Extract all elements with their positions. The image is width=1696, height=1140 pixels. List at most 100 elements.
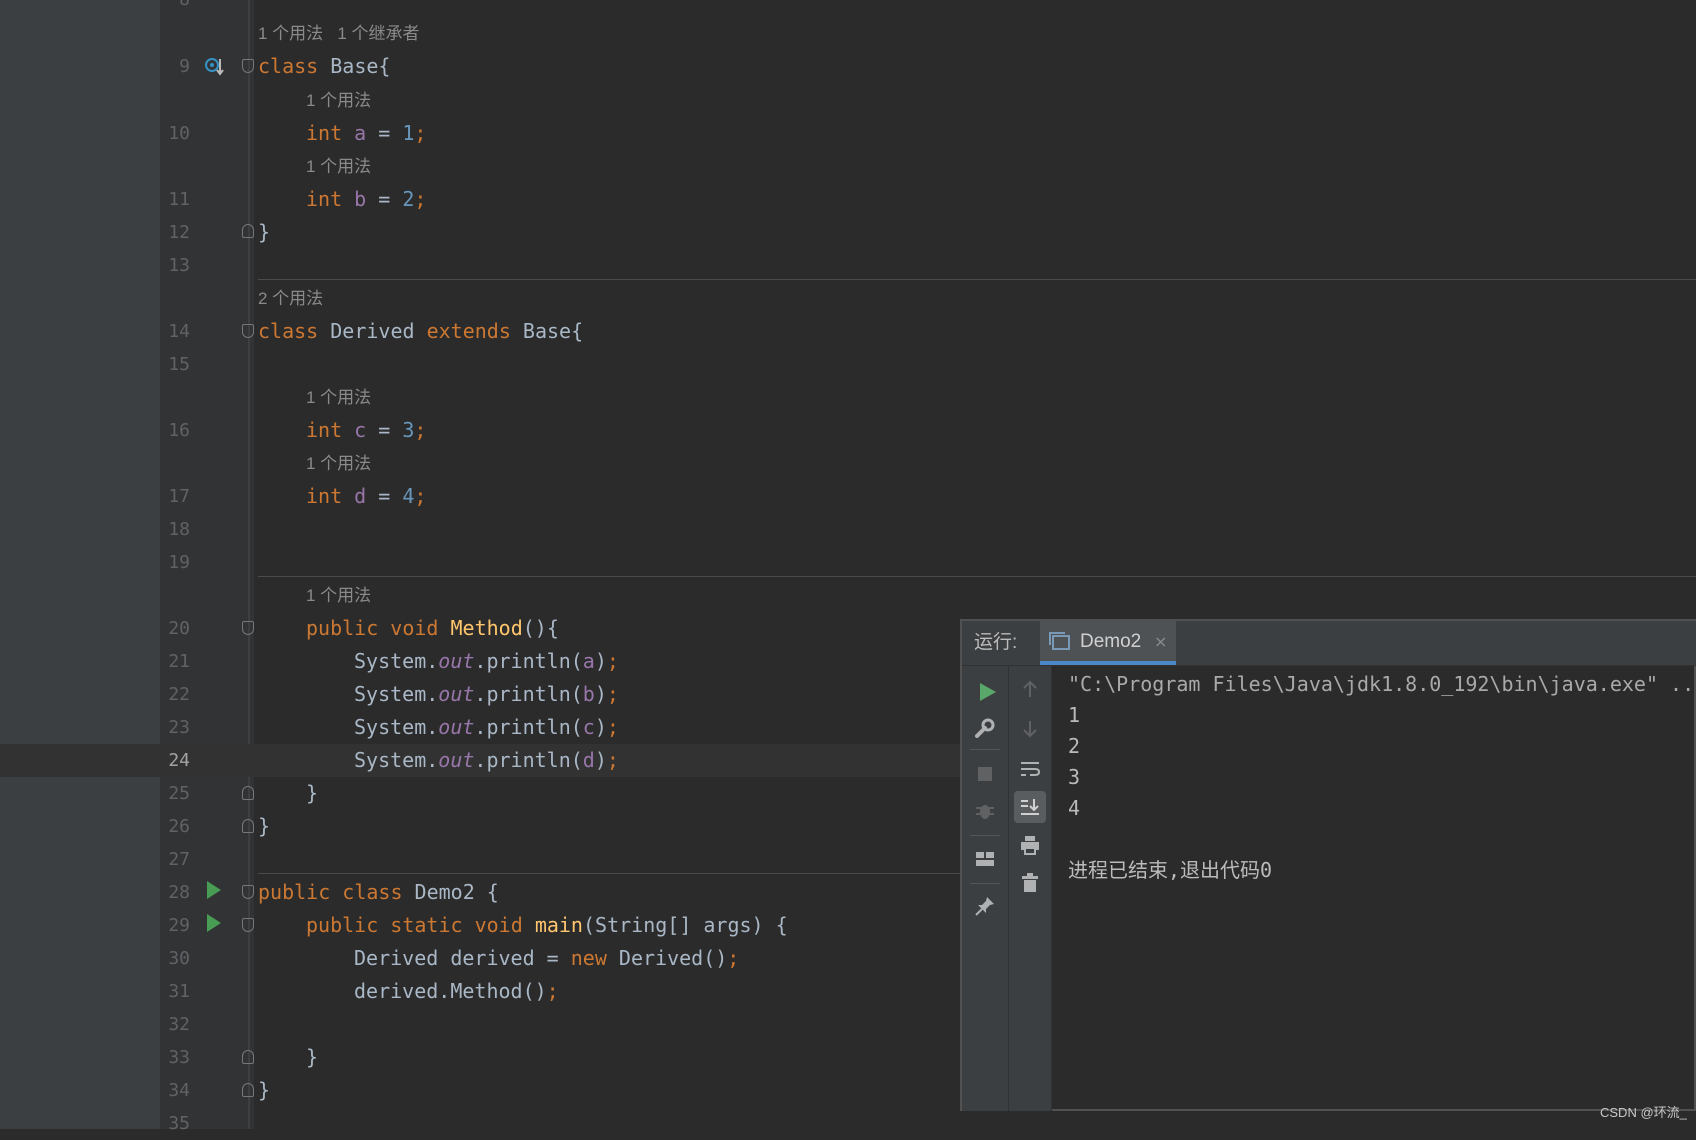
code-token: ; <box>546 979 559 1003</box>
fold-marker-icon[interactable] <box>242 918 254 932</box>
code-text[interactable]: } <box>258 216 270 249</box>
wrench-icon[interactable] <box>974 717 996 739</box>
code-token: ; <box>414 484 427 508</box>
code-token: = <box>366 484 403 508</box>
override-marker-icon[interactable] <box>205 57 225 77</box>
line-number: 23 <box>168 717 190 738</box>
code-text[interactable]: System.out.println(c); <box>354 711 619 744</box>
fold-marker-icon[interactable] <box>242 1050 254 1064</box>
code-token: } <box>306 1045 319 1069</box>
code-token: 3 <box>402 418 415 442</box>
code-token: Demo2 { <box>402 880 499 904</box>
code-token: d <box>582 748 595 772</box>
fold-marker-icon[interactable] <box>242 59 254 73</box>
code-text[interactable]: int d = 4; <box>306 480 426 513</box>
close-icon[interactable]: × <box>1154 621 1167 663</box>
line-number: 30 <box>168 948 190 969</box>
code-token: System. <box>354 682 439 706</box>
method-separator <box>258 279 1696 280</box>
layout-icon[interactable] <box>974 848 996 870</box>
fold-marker-icon[interactable] <box>242 324 254 338</box>
code-token: .println( <box>474 715 583 739</box>
code-token: main <box>534 913 583 937</box>
code-line: 18 <box>0 513 1696 546</box>
code-text[interactable]: System.out.println(d); <box>354 744 619 777</box>
code-text[interactable]: System.out.println(b); <box>354 678 619 711</box>
code-text[interactable]: derived.Method(); <box>354 975 559 1008</box>
fold-marker-icon[interactable] <box>242 621 254 635</box>
arrow-down-icon[interactable] <box>1019 718 1041 740</box>
code-token: a <box>342 121 367 145</box>
usage-hint[interactable]: 1 个用法 <box>306 84 371 117</box>
code-text[interactable]: public class Demo2 { <box>258 876 499 909</box>
code-token: (String[] args) { <box>582 913 788 937</box>
usage-hint[interactable]: 1 个用法 <box>306 447 371 480</box>
code-token: 2 <box>402 187 415 211</box>
console-output[interactable]: "C:\Program Files\Java\jdk1.8.0_192\bin\… <box>1058 666 1696 1111</box>
usage-hint-line: 1 个用法 <box>0 447 1696 480</box>
arrow-up-icon[interactable] <box>1019 678 1041 700</box>
code-token: } <box>258 814 271 838</box>
pin-icon[interactable] <box>974 895 996 917</box>
code-token: c <box>342 418 367 442</box>
console-output-line: 4 <box>1068 796 1081 820</box>
code-token: Base{ <box>510 319 584 343</box>
code-token: .println( <box>474 682 583 706</box>
line-number: 26 <box>168 816 190 837</box>
code-token: System. <box>354 715 439 739</box>
fold-marker-icon[interactable] <box>242 224 254 238</box>
fold-marker-icon[interactable] <box>242 819 254 833</box>
tab-demo2[interactable]: Demo2 × <box>1040 621 1176 665</box>
code-text[interactable]: int a = 1; <box>306 117 426 150</box>
soft-wrap-icon[interactable] <box>1019 758 1041 780</box>
code-text[interactable]: int c = 3; <box>306 414 426 447</box>
code-line: 10 int a = 1; <box>0 117 1696 150</box>
code-token: ) <box>594 682 607 706</box>
trash-icon[interactable] <box>1019 872 1041 894</box>
watermark: CSDN @环流_ <box>1600 1105 1687 1120</box>
toolbar-separator <box>970 749 1000 750</box>
code-text[interactable]: } <box>258 810 270 843</box>
play-icon[interactable] <box>980 683 996 701</box>
run-main-icon[interactable] <box>207 914 221 932</box>
code-token: .println( <box>474 649 583 673</box>
scroll-to-end-button[interactable] <box>1014 791 1046 823</box>
bug-icon[interactable] <box>974 800 996 822</box>
code-token: 1 <box>402 121 415 145</box>
code-token: d <box>342 484 367 508</box>
code-text[interactable]: public static void main(String[] args) { <box>306 909 788 942</box>
line-number: 17 <box>168 486 190 507</box>
code-text[interactable]: System.out.println(a); <box>354 645 619 678</box>
code-token: void <box>390 616 439 640</box>
code-text[interactable]: public void Method(){ <box>306 612 559 645</box>
fold-marker-icon[interactable] <box>242 885 254 899</box>
usage-hint[interactable]: 2 个用法 <box>258 282 323 315</box>
usage-hint[interactable]: 1 个用法 1 个继承者 <box>258 17 420 50</box>
code-token: Derived() <box>606 946 728 970</box>
code-token: .println( <box>474 748 583 772</box>
line-number: 9 <box>179 56 190 77</box>
fold-marker-icon[interactable] <box>242 786 254 800</box>
code-text[interactable]: int b = 2; <box>306 183 426 216</box>
print-icon[interactable] <box>1019 834 1041 856</box>
stop-icon[interactable] <box>978 767 992 781</box>
code-text[interactable]: class Derived extends Base{ <box>258 315 583 348</box>
line-number: 33 <box>168 1047 190 1068</box>
usage-hint[interactable]: 1 个用法 <box>306 150 371 183</box>
code-text[interactable]: } <box>258 1074 270 1107</box>
run-label: 运行: <box>974 632 1018 653</box>
code-token: b <box>342 187 367 211</box>
code-text[interactable]: class Base{ <box>258 50 390 83</box>
code-token: public <box>306 913 379 937</box>
usage-hint[interactable]: 1 个用法 <box>306 381 371 414</box>
code-text[interactable]: Derived derived = new Derived(); <box>354 942 739 975</box>
usage-hint-line: 1 个用法 <box>0 150 1696 183</box>
code-token: out <box>438 649 475 673</box>
usage-hint[interactable]: 1 个用法 <box>306 579 371 612</box>
run-class-icon[interactable] <box>207 881 221 899</box>
code-token: int <box>306 121 343 145</box>
fold-marker-icon[interactable] <box>242 1083 254 1097</box>
code-text[interactable]: } <box>306 777 318 810</box>
code-text[interactable]: } <box>306 1041 318 1074</box>
